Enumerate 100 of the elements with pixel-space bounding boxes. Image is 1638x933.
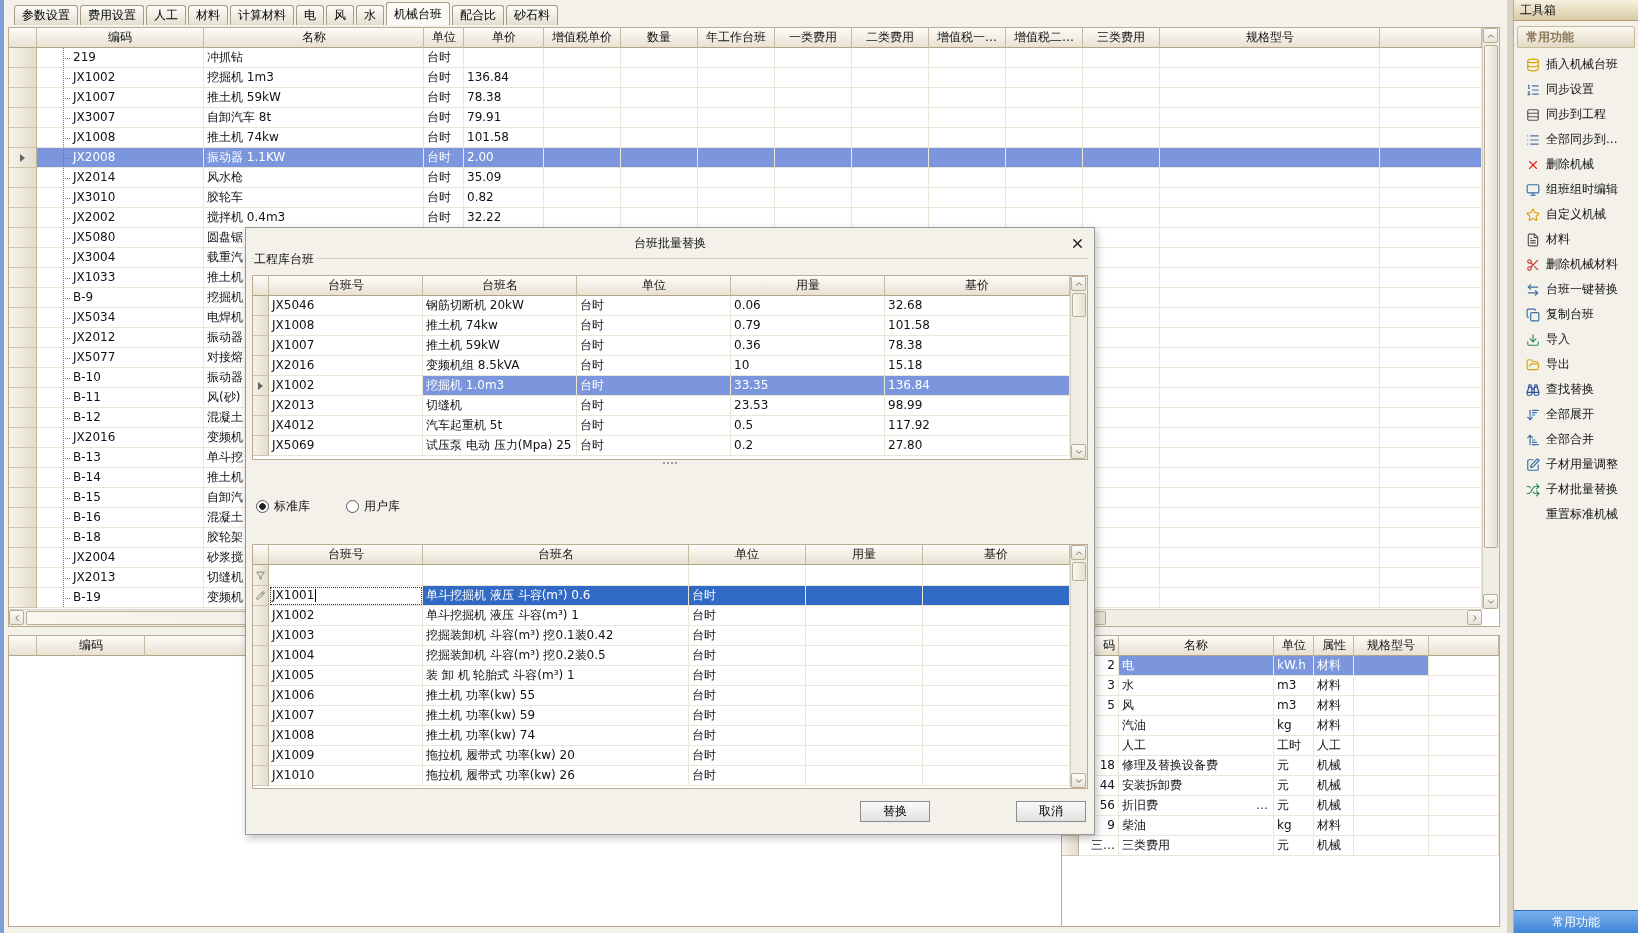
table-row[interactable]: JX2014 风水枪 台时 35.09 <box>9 168 1482 188</box>
column-header[interactable]: 基价 <box>923 545 1070 565</box>
scrollbar[interactable] <box>1070 276 1087 459</box>
column-header[interactable]: 基价 <box>885 276 1070 296</box>
column-header[interactable]: 一类费用 <box>775 28 852 48</box>
column-header[interactable]: 增值税一… <box>929 28 1006 48</box>
toolbox-item[interactable]: 导出 <box>1514 352 1638 377</box>
table-row[interactable]: JX1007 推土机 59kW 台时 78.38 <box>9 88 1482 108</box>
input-field[interactable]: JX1001 <box>269 586 423 606</box>
tab[interactable]: 砂石料 <box>506 5 558 25</box>
table-row[interactable]: JX1002 单斗挖掘机 液压 斗容(m³) 1 台时 <box>253 606 1070 626</box>
column-header[interactable]: 单位 <box>1274 636 1314 656</box>
row-header[interactable] <box>253 586 269 606</box>
toolbox-item[interactable]: 同步设置 <box>1514 77 1638 102</box>
column-header[interactable]: 名称 <box>1119 636 1274 656</box>
column-header[interactable]: 单位 <box>689 545 806 565</box>
toolbox-item[interactable]: 删除机械材料 <box>1514 252 1638 277</box>
scroll-up-button[interactable] <box>1071 545 1086 560</box>
toolbox-item[interactable]: 查找替换 <box>1514 377 1638 402</box>
scroll-thumb[interactable] <box>1072 562 1086 581</box>
table-row[interactable]: JX1003 挖掘装卸机 斗容(m³) 挖0.1装0.42 台时 <box>253 626 1070 646</box>
tab[interactable]: 人工 <box>146 5 186 25</box>
table-row[interactable]: 三… 三类费用 元 机械 <box>1062 836 1499 856</box>
table-row[interactable]: JX1007 推土机 功率(kw) 59 台时 <box>253 706 1070 726</box>
table-row[interactable]: JX3010 胶轮车 台时 0.82 <box>9 188 1482 208</box>
scroll-thumb[interactable] <box>1072 293 1086 318</box>
column-header[interactable] <box>253 545 269 565</box>
table-row[interactable]: JX1008 推土机 功率(kw) 74 台时 <box>253 726 1070 746</box>
column-header[interactable]: 规格型号 <box>1160 28 1380 48</box>
column-header[interactable]: 单价 <box>464 28 544 48</box>
toolbox-item[interactable]: 复制台班 <box>1514 302 1638 327</box>
table-row[interactable]: JX2002 搅拌机 0.4m3 台时 32.22 <box>9 208 1482 228</box>
column-header[interactable] <box>253 276 269 296</box>
column-header[interactable]: 单位 <box>577 276 731 296</box>
scroll-right-button[interactable] <box>1467 610 1482 625</box>
column-header[interactable]: 年工作台班 <box>698 28 775 48</box>
table-row[interactable]: JX1002 挖掘机 1m3 台时 136.84 <box>9 68 1482 88</box>
column-header[interactable] <box>1380 28 1482 48</box>
column-header[interactable]: 二类费用 <box>852 28 929 48</box>
toolbox-item[interactable]: 插入机械台班 <box>1514 52 1638 77</box>
scroll-down-button[interactable] <box>1071 773 1086 788</box>
scroll-thumb[interactable] <box>1484 45 1498 549</box>
table-row[interactable]: 9 柴油 kg 材料 <box>1062 816 1499 836</box>
table-row[interactable]: JX2013 切缝机 台时 23.53 98.99 <box>253 396 1070 416</box>
table-row[interactable]: JX1008 推土机 74kw 台时 101.58 <box>9 128 1482 148</box>
table-row[interactable]: JX1001 单斗挖掘机 液压 斗容(m³) 0.6 台时 <box>253 586 1070 606</box>
table-row[interactable]: JX1006 推土机 功率(kw) 55 台时 <box>253 686 1070 706</box>
scrollbar[interactable] <box>1482 28 1499 609</box>
row-header[interactable] <box>253 565 269 586</box>
column-header[interactable]: 台班号 <box>269 276 423 296</box>
table-row[interactable]: JX3007 自卸汽车 8t 台时 79.91 <box>9 108 1482 128</box>
column-header[interactable]: 名称 <box>204 28 424 48</box>
table-row[interactable]: JX1010 拖拉机 履带式 功率(kw) 26 台时 <box>253 766 1070 786</box>
column-header[interactable]: 编码 <box>37 28 204 48</box>
table-row[interactable]: JX2016 变频机组 8.5kVA 台时 10 15.18 <box>253 356 1070 376</box>
scroll-down-button[interactable] <box>1071 444 1086 459</box>
toolbox-item[interactable]: 材料 <box>1514 227 1638 252</box>
column-header[interactable]: 编码 <box>37 636 145 656</box>
column-header[interactable]: 属性 <box>1314 636 1354 656</box>
column-header[interactable] <box>9 28 37 48</box>
row-header[interactable] <box>253 376 269 396</box>
column-header[interactable]: 三类费用 <box>1083 28 1160 48</box>
group-header[interactable]: 常用功能 <box>1517 26 1635 48</box>
toolbox-item[interactable]: 同步到工程 <box>1514 102 1638 127</box>
tab[interactable]: 机械台班 <box>386 2 450 25</box>
table-row[interactable]: JX5069 试压泵 电动 压力(Mpa) 25 台时 0.2 27.80 <box>253 436 1070 456</box>
more-button[interactable]: … <box>1256 796 1270 815</box>
tab[interactable]: 参数设置 <box>14 5 78 25</box>
tab[interactable]: 风 <box>326 5 354 25</box>
row-header[interactable] <box>9 148 37 168</box>
scroll-down-button[interactable] <box>1483 594 1498 609</box>
column-header[interactable]: 数量 <box>621 28 698 48</box>
scroll-up-button[interactable] <box>1071 276 1086 291</box>
toolbox-item[interactable]: 全部合并 <box>1514 427 1638 452</box>
dialog-button[interactable]: 取消 <box>1016 801 1086 822</box>
column-header[interactable]: 用量 <box>806 545 923 565</box>
table-row[interactable]: JX1007 推土机 59kW 台时 0.36 78.38 <box>253 336 1070 356</box>
toolbox-item[interactable]: 自定义机械 <box>1514 202 1638 227</box>
toolbox-item[interactable]: 子材用量调整 <box>1514 452 1638 477</box>
column-header[interactable]: 增值税二… <box>1006 28 1083 48</box>
table-row[interactable]: JX1005 装 卸 机 轮胎式 斗容(m³) 1 台时 <box>253 666 1070 686</box>
toolbox-item[interactable]: 全部同步到... <box>1514 127 1638 152</box>
tab[interactable]: 配合比 <box>452 5 504 25</box>
scroll-left-button[interactable] <box>9 610 24 625</box>
scrollbar[interactable] <box>1070 545 1087 788</box>
table-row[interactable]: JX5046 钢筋切断机 20kW 台时 0.06 32.68 <box>253 296 1070 316</box>
column-header[interactable]: 台班名 <box>423 545 689 565</box>
toolbox-item[interactable]: 子材批量替换 <box>1514 477 1638 502</box>
column-header[interactable]: 台班名 <box>423 276 577 296</box>
column-header[interactable] <box>1429 636 1499 656</box>
toolbox-item[interactable]: 删除机械 <box>1514 152 1638 177</box>
column-header[interactable]: 规格型号 <box>1354 636 1429 656</box>
table-row[interactable]: JX1008 推土机 74kw 台时 0.79 101.58 <box>253 316 1070 336</box>
column-header[interactable]: 用量 <box>731 276 885 296</box>
table-row[interactable]: 219 冲抓钻 台时 <box>9 48 1482 68</box>
toolbox-item[interactable]: 台班一键替换 <box>1514 277 1638 302</box>
toolbox-item[interactable]: 全部展开 <box>1514 402 1638 427</box>
table-row[interactable]: JX1004 挖掘装卸机 斗容(m³) 挖0.2装0.5 台时 <box>253 646 1070 666</box>
toolbox-item[interactable]: 重置标准机械 <box>1514 502 1638 527</box>
scroll-up-button[interactable] <box>1483 28 1498 43</box>
